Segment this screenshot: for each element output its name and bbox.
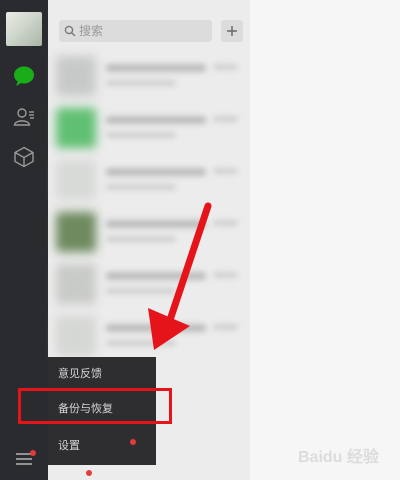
chat-avatar (56, 212, 96, 252)
chat-title (106, 168, 206, 176)
chat-title (106, 116, 206, 124)
chat-time (213, 64, 238, 70)
plus-icon (227, 26, 237, 36)
list-item[interactable] (48, 48, 250, 104)
cube-icon[interactable] (12, 145, 36, 169)
search-input[interactable]: 搜索 (79, 20, 103, 42)
search-icon (64, 25, 76, 37)
chat-avatar (56, 108, 96, 148)
chat-bubble-icon[interactable] (12, 64, 36, 88)
contacts-icon[interactable] (12, 105, 36, 129)
chat-title (106, 64, 206, 72)
notification-dot (86, 470, 92, 476)
add-button[interactable] (221, 20, 243, 42)
menu-notification-dot (30, 450, 36, 456)
avatar[interactable] (6, 12, 42, 46)
menu-item-settings[interactable]: 设置 (58, 435, 80, 457)
baidu-jingyan-watermark: Baidu 经验 (298, 447, 380, 466)
red-arrow-annotation (148, 202, 212, 350)
chat-preview (106, 184, 176, 190)
wechat-window: 搜索 意见反馈 备份与恢复 设置 Baidu 经验 (0, 0, 400, 480)
search-box[interactable]: 搜索 (59, 20, 212, 42)
watermark-text: Baidu 经验 (298, 447, 380, 466)
menu-item-feedback[interactable]: 意见反馈 (58, 363, 102, 385)
chat-avatar (56, 160, 96, 200)
chat-avatar (56, 56, 96, 96)
chat-avatar (56, 264, 96, 304)
chat-preview (106, 80, 176, 86)
chat-preview (106, 132, 176, 138)
settings-notification-dot (130, 439, 136, 445)
main-content-area (250, 0, 400, 480)
chat-time (213, 168, 238, 174)
chat-time (213, 116, 238, 122)
chat-avatar (56, 316, 96, 356)
list-item[interactable] (48, 100, 250, 156)
highlight-box (18, 388, 172, 424)
